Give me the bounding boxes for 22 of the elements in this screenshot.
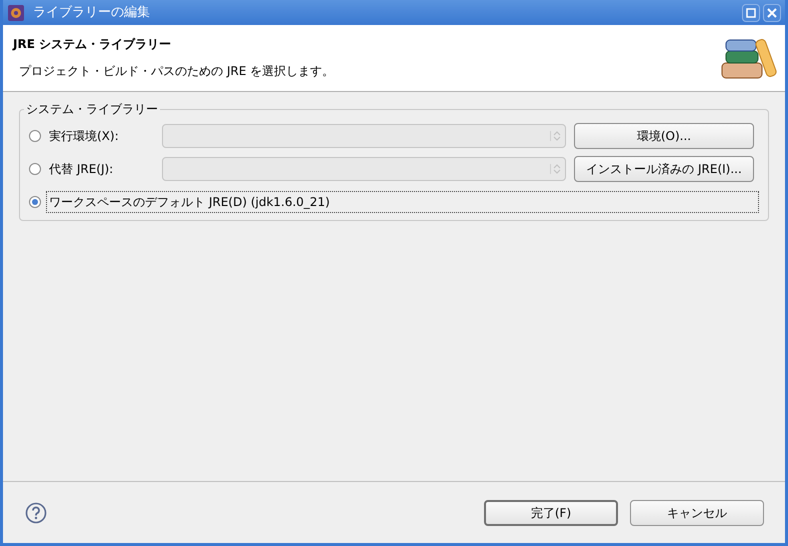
window-title: ライブラリーの編集 — [33, 4, 150, 22]
dialog-button[interactable]: 完了(F) — [484, 500, 618, 526]
spinner-arrows-icon — [550, 131, 561, 141]
help-icon[interactable] — [25, 502, 47, 524]
radio-label[interactable]: 代替 JRE(J): — [46, 159, 162, 179]
group-label: システム・ライブラリー — [24, 102, 160, 116]
dialog-button[interactable]: キャンセル — [630, 500, 764, 526]
radio-button[interactable] — [29, 163, 41, 175]
radio-button[interactable] — [29, 130, 41, 142]
header-description: プロジェクト・ビルド・パスのための JRE を選択します。 — [19, 63, 334, 80]
dialog-button[interactable]: インストール済みの JRE(I)... — [574, 156, 754, 182]
radio-label[interactable]: ワークスペースのデフォルト JRE(D) (jdk1.6.0_21) — [46, 191, 759, 213]
app-icon — [7, 4, 25, 22]
close-icon — [767, 8, 777, 18]
dialog-button[interactable]: 環境(O)... — [574, 123, 754, 149]
close-button[interactable] — [763, 4, 781, 22]
header-title: JRE システム・ライブラリー — [13, 36, 172, 53]
maximize-button[interactable] — [742, 4, 760, 22]
maximize-icon — [746, 8, 756, 18]
radio-label[interactable]: 実行環境(X): — [46, 126, 162, 146]
spinner-arrows-icon — [550, 164, 561, 174]
radio-button[interactable] — [29, 196, 41, 208]
